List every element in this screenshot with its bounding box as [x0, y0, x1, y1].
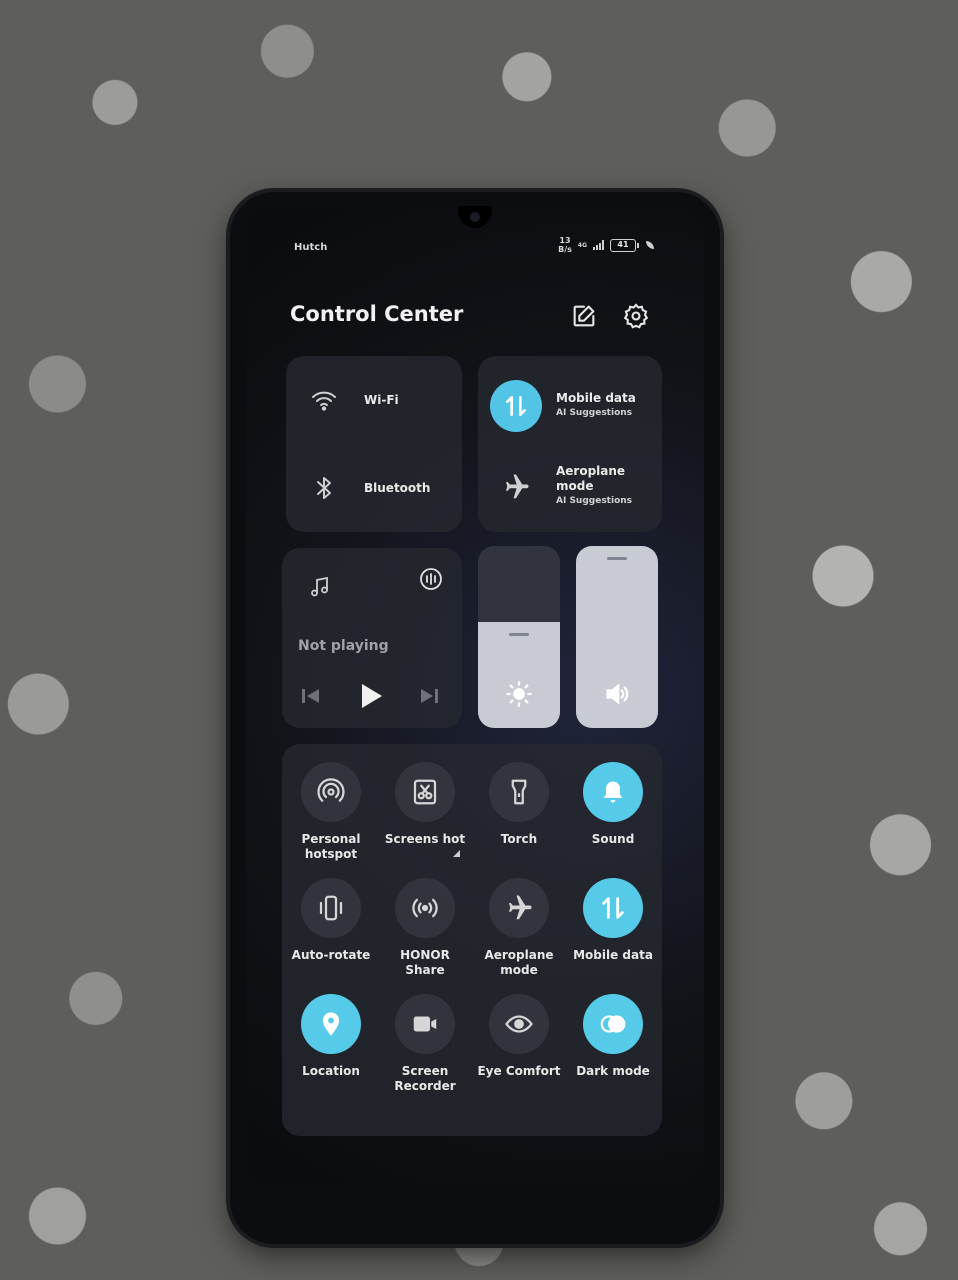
tile-mobile-data[interactable]: Mobile data: [568, 878, 658, 963]
play-icon[interactable]: [358, 682, 384, 714]
tile-aeroplane-mode[interactable]: Aeroplane mode: [474, 878, 564, 978]
tile-screenshot[interactable]: Screens hot: [380, 762, 470, 857]
bluetooth-icon: [302, 466, 346, 510]
location-icon: [301, 994, 361, 1054]
screen-recorder-icon: [395, 994, 455, 1054]
eye-icon: [489, 994, 549, 1054]
connectivity-panel-left: Wi-Fi Bluetooth: [286, 356, 462, 532]
volume-slider[interactable]: [576, 546, 658, 728]
dark-mode-icon: [583, 994, 643, 1054]
expand-corner-icon: [453, 850, 460, 857]
edit-icon[interactable]: [570, 302, 598, 330]
tile-sound[interactable]: Sound: [568, 762, 658, 847]
control-center-screen: Hutch 13 B/s 4G 41 Control Center Wi-Fi …: [246, 206, 704, 1184]
brightness-slider[interactable]: [478, 546, 560, 728]
aeroplane-mode-label: Aeroplane mode: [556, 464, 626, 493]
network-type: 4G: [577, 241, 587, 249]
torch-icon: [489, 762, 549, 822]
auto-rotate-icon: [301, 878, 361, 938]
tile-screen-recorder[interactable]: Screen Recorder: [380, 994, 470, 1094]
carrier-name: Hutch: [294, 242, 328, 253]
front-camera-notch: [458, 206, 492, 228]
aeroplane-mode-toggle[interactable]: Aeroplane mode AI Suggestions: [494, 464, 662, 509]
phone-device: Hutch 13 B/s 4G 41 Control Center Wi-Fi …: [230, 192, 720, 1244]
bluetooth-label: Bluetooth: [364, 480, 431, 495]
wifi-icon: [302, 378, 346, 422]
airplane-icon: [489, 878, 549, 938]
tile-location[interactable]: Location: [286, 994, 376, 1079]
tile-personal-hotspot[interactable]: Personal hotspot: [286, 762, 376, 862]
gear-icon[interactable]: [622, 302, 650, 330]
wifi-toggle[interactable]: Wi-Fi: [302, 378, 462, 422]
shortcut-tiles-panel: Personal hotspot Screens hot Torch Sound…: [282, 744, 662, 1136]
next-icon[interactable]: [418, 686, 440, 710]
page-title: Control Center: [290, 302, 464, 326]
mobile-data-icon: [583, 878, 643, 938]
media-panel: Not playing: [282, 548, 462, 728]
previous-icon[interactable]: [300, 686, 322, 710]
music-note-icon: [310, 576, 330, 602]
aeroplane-mode-sublabel: AI Suggestions: [556, 496, 633, 506]
media-status: Not playing: [298, 638, 389, 654]
battery-icon: 41: [610, 238, 639, 252]
hotspot-icon: [301, 762, 361, 822]
brightness-icon: [505, 680, 533, 712]
airplane-icon: [494, 465, 538, 509]
audio-output-icon[interactable]: [418, 566, 444, 596]
mobile-data-label: Mobile data: [556, 391, 636, 405]
power-saving-leaf-icon: [646, 241, 654, 249]
brightness-level-fill: [478, 622, 560, 728]
tile-eye-comfort[interactable]: Eye Comfort: [474, 994, 564, 1079]
tile-dark-mode[interactable]: Dark mode: [568, 994, 658, 1079]
bell-icon: [583, 762, 643, 822]
screenshot-icon: [395, 762, 455, 822]
network-speed: 13 B/s: [558, 236, 572, 254]
mobile-data-icon: [490, 380, 542, 432]
mobile-data-toggle[interactable]: Mobile data AI Suggestions: [490, 380, 662, 432]
wifi-label: Wi-Fi: [364, 392, 399, 407]
tile-honor-share[interactable]: HONOR Share: [380, 878, 470, 978]
tile-auto-rotate[interactable]: Auto-rotate: [286, 878, 376, 963]
volume-slider-handle[interactable]: [607, 557, 627, 560]
tile-torch[interactable]: Torch: [474, 762, 564, 847]
connectivity-panel-right: Mobile data AI Suggestions Aeroplane mod…: [478, 356, 662, 532]
honor-share-icon: [395, 878, 455, 938]
mobile-data-sublabel: AI Suggestions: [556, 408, 633, 418]
bluetooth-toggle[interactable]: Bluetooth: [302, 466, 462, 510]
volume-icon: [603, 680, 631, 712]
brightness-slider-handle[interactable]: [509, 633, 529, 636]
signal-icon: [593, 240, 604, 250]
status-icons: 13 B/s 4G 41: [558, 236, 654, 254]
